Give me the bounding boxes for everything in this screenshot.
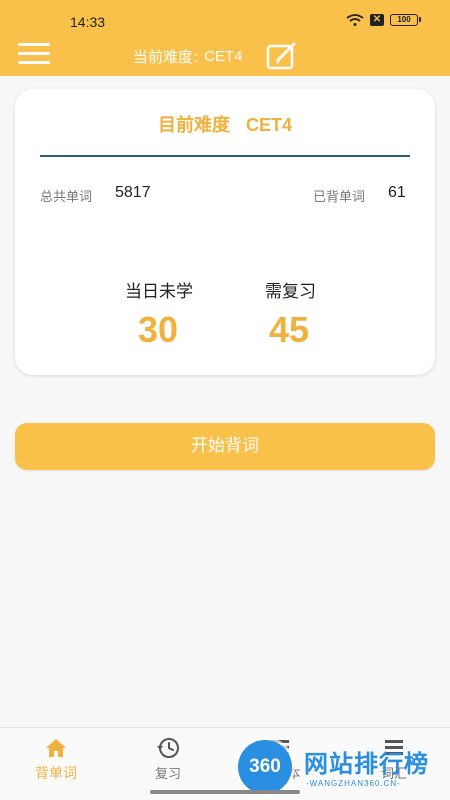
watermark-logo: 360 — [238, 740, 292, 794]
header-level: CET4 — [204, 48, 243, 65]
unlearned-today-label: 当日未学 — [125, 282, 193, 302]
nav-label: 复习 — [154, 767, 181, 782]
need-review-value: 45 — [269, 309, 310, 350]
menu-icon-line — [18, 61, 50, 64]
home-indicator[interactable] — [150, 790, 300, 794]
home-icon — [0, 737, 112, 759]
app-header: 14:33 ✕ 100 当前难度: CET4 — [0, 0, 450, 76]
header-title: 当前难度: CET4 — [133, 46, 242, 67]
total-words-value: 5817 — [115, 184, 151, 201]
no-sim-icon: ✕ — [370, 14, 384, 26]
need-review-label: 需复习 — [265, 282, 316, 302]
header-title-label: 当前难度: — [133, 48, 199, 66]
progress-card: 目前难度 CET4 总共单词 5817 已背单词 61 当日未学 30 需复习 4… — [15, 89, 435, 375]
watermark-text: 网站排行榜 — [304, 750, 429, 778]
card-title: 目前难度 CET4 — [15, 111, 435, 137]
memorized-label: 已背单词 — [313, 190, 366, 205]
status-time: 14:33 — [70, 14, 106, 30]
total-words-label: 总共单词 — [40, 190, 93, 205]
watermark-subtext: -WANGZHAN360.CN- — [306, 779, 401, 788]
edit-level-icon[interactable] — [264, 40, 300, 72]
menu-button[interactable] — [18, 43, 50, 67]
card-divider — [40, 155, 410, 157]
battery-icon: 100 — [390, 14, 421, 26]
card-title-label: 目前难度 — [157, 115, 230, 136]
status-icons: ✕ 100 — [346, 14, 421, 26]
wifi-icon — [346, 14, 364, 26]
start-memorize-button[interactable]: 开始背词 — [15, 423, 435, 470]
memorized-value: 61 — [388, 184, 406, 201]
menu-icon-line — [18, 52, 50, 55]
watermark: 360 网站排行榜 -WANGZHAN360.CN- — [238, 738, 448, 798]
history-icon — [112, 737, 224, 759]
nav-label: 背单词 — [35, 766, 77, 782]
card-level: CET4 — [245, 115, 292, 135]
unlearned-today-value: 30 — [138, 309, 179, 350]
menu-icon-line — [18, 43, 50, 46]
nav-item-memorize[interactable]: 背单词 — [0, 728, 112, 800]
